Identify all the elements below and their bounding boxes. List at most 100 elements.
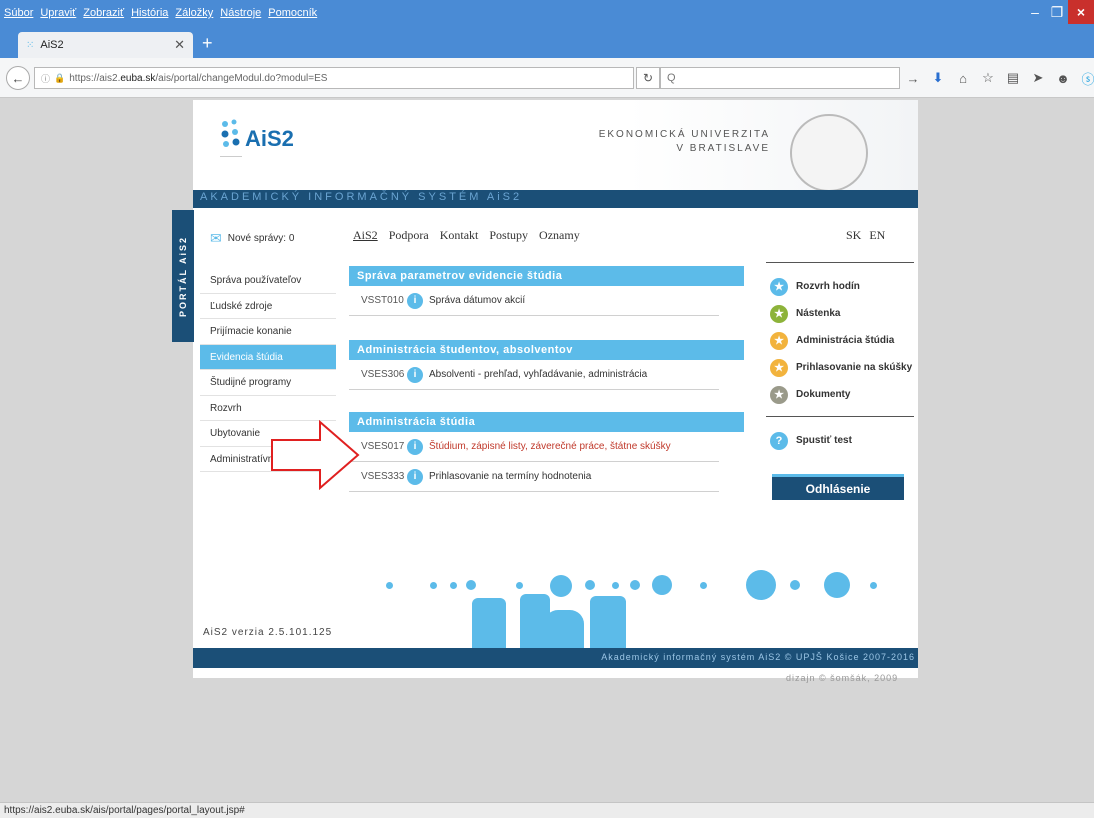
info-icon[interactable]: i [407, 438, 423, 455]
copyright-text: Akademický informačný systém AiS2 © UPJŠ… [601, 652, 915, 662]
bookmark-star-icon[interactable]: ☆ [981, 70, 995, 86]
menu-help[interactable]: Pomocník [268, 7, 317, 19]
design-credit: dizajn © šomšák, 2009 [786, 673, 899, 683]
info-icon[interactable]: i [407, 468, 423, 485]
menu-history[interactable]: História [131, 7, 168, 19]
university-name: EKONOMICKÁ UNIVERZITA V BRATISLAVE [598, 129, 770, 154]
sidebar-item-study-records[interactable]: Evidencia štúdia [200, 344, 336, 370]
sidebar-item-study-programs[interactable]: Študijné programy [200, 370, 336, 396]
lang-en[interactable]: EN [869, 228, 885, 243]
info-icon[interactable]: i [407, 292, 423, 309]
url-text: https://ais2.euba.sk/ais/portal/changeMo… [69, 72, 328, 84]
red-arrow-icon [271, 420, 360, 490]
app-code: VSES306 [361, 369, 405, 380]
menu-bar: Súbor Upraviť Zobraziť História Záložky … [0, 0, 317, 26]
list-item[interactable]: VSES333 i Prihlasovanie na termíny hodno… [349, 462, 719, 492]
section-students: Administrácia študentov, absolventov VSE… [349, 340, 744, 390]
menu-file[interactable]: Súbor [4, 7, 33, 19]
favicon-icon: ⁙ [26, 39, 35, 51]
star-icon: ★ [770, 304, 788, 323]
download-icon[interactable]: ⬇ [931, 70, 945, 86]
envelope-icon: ✉ [210, 230, 222, 246]
sidebar-item-hr[interactable]: Ľudské zdroje [200, 294, 336, 319]
toolbar-icons: → ⬇ ⌂ ☆ ▤ ➤ ☻ ⓢ ≡ [906, 66, 1094, 90]
info-icon[interactable]: i [407, 366, 423, 383]
messages-count: Nové správy: 0 [227, 233, 295, 244]
nav-oznamy[interactable]: Oznamy [539, 228, 580, 243]
sidebar-item-users[interactable]: Správa používateľov [200, 268, 336, 294]
menu-edit[interactable]: Upraviť [40, 7, 76, 19]
nav-ais2[interactable]: AiS2 [353, 228, 378, 243]
ais2-logo-icon [220, 119, 242, 157]
ais2-logo[interactable]: AiS2 [245, 126, 294, 152]
list-item[interactable]: VSES017 i Štúdium, zápisné listy, závere… [349, 432, 719, 462]
app-code: VSES017 [361, 441, 405, 452]
app-label[interactable]: Prihlasovanie na termíny hodnotenia [429, 471, 591, 482]
url-bar[interactable]: ⓘ 🔒 https://ais2.euba.sk/ais/portal/chan… [34, 67, 634, 89]
divider [766, 262, 914, 263]
window-controls: – ❐ × [1024, 0, 1094, 26]
menu-view[interactable]: Zobraziť [83, 7, 124, 19]
app-label[interactable]: Štúdium, zápisné listy, záverečné práce,… [429, 441, 671, 452]
app-label[interactable]: Správa dátumov akcií [429, 295, 525, 306]
section-title: Administrácia štúdia [349, 412, 744, 432]
star-icon: ★ [770, 277, 788, 296]
lang-sk[interactable]: SK [846, 228, 861, 243]
menu-bookmarks[interactable]: Záložky [175, 7, 213, 19]
language-switcher: SK EN [846, 228, 885, 243]
search-icon: Q [667, 72, 676, 84]
portal-side-tab[interactable]: PORTÁL AiS2 [172, 210, 194, 342]
reload-icon[interactable]: ↻ [636, 67, 660, 89]
lock-icon: 🔒 [54, 72, 66, 83]
minimize-icon[interactable]: – [1024, 0, 1046, 24]
send-icon[interactable]: ➤ [1031, 70, 1045, 86]
close-tab-icon[interactable]: ✕ [174, 37, 185, 53]
addon-icon[interactable]: ☻ [1056, 71, 1070, 86]
restore-icon[interactable]: ❐ [1046, 0, 1068, 24]
section-study-admin: Administrácia štúdia VSES017 i Štúdium, … [349, 412, 744, 492]
star-icon: ★ [770, 385, 788, 404]
app-code: VSST010 [361, 295, 404, 306]
star-icon: ★ [770, 358, 788, 377]
question-icon: ? [770, 431, 788, 450]
browser-tab[interactable]: ⁙ AiS2 ✕ [18, 32, 193, 58]
section-title: Správa parametrov evidencie štúdia [349, 266, 744, 286]
sidebar-item-admissions[interactable]: Prijímacie konanie [200, 319, 336, 345]
header-band-text: AKADEMICKÝ INFORMAČNÝ SYSTÉM AiS2 [200, 191, 523, 203]
home-icon[interactable]: ⌂ [956, 71, 970, 86]
app-code: VSES333 [361, 471, 405, 482]
quick-links: ★ Rozvrh hodín ★ Nástenka ★ Administrácia š… [766, 262, 914, 454]
tab-title: AiS2 [40, 39, 64, 51]
nav-postupy[interactable]: Postupy [489, 228, 528, 243]
app-label[interactable]: Absolventi - prehľad, vyhľadávanie, admi… [429, 369, 647, 380]
arrow-right-icon[interactable]: → [906, 71, 920, 86]
quick-link-noticeboard[interactable]: ★ Nástenka [766, 300, 914, 327]
nav-podpora[interactable]: Podpora [389, 228, 429, 243]
run-test-link[interactable]: ? Spustiť test [766, 427, 914, 454]
quick-link-schedule[interactable]: ★ Rozvrh hodín [766, 273, 914, 300]
search-input[interactable]: Q [660, 67, 900, 89]
university-seal-icon [790, 114, 868, 192]
new-tab-icon[interactable]: + [202, 33, 213, 54]
list-item[interactable]: VSES306 i Absolventi - prehľad, vyhľadáv… [349, 360, 719, 390]
version-label: AiS2 verzia 2.5.101.125 [203, 627, 333, 638]
sidebar-item-schedule[interactable]: Rozvrh [200, 396, 336, 421]
site-info-icon[interactable]: ⓘ [41, 72, 50, 85]
quick-link-study-admin[interactable]: ★ Administrácia štúdia [766, 327, 914, 354]
logout-button[interactable]: Odhlásenie [772, 474, 904, 500]
quick-link-documents[interactable]: ★ Dokumenty [766, 381, 914, 408]
bookmarks-menu-icon[interactable]: ▤ [1006, 70, 1020, 86]
list-item[interactable]: VSST010 i Správa dátumov akcií [349, 286, 719, 316]
skype-icon[interactable]: ⓢ [1081, 69, 1094, 88]
quick-link-exam-registration[interactable]: ★ Prihlasovanie na skúšky [766, 354, 914, 381]
messages[interactable]: ✉ Nové správy: 0 [210, 230, 294, 247]
close-window-button[interactable]: × [1068, 0, 1094, 24]
back-button[interactable]: ← [6, 66, 30, 90]
divider [766, 416, 914, 417]
section-study-params: Správa parametrov evidencie štúdia VSST0… [349, 266, 744, 316]
top-navigation: AiS2 Podpora Kontakt Postupy Oznamy [353, 228, 580, 243]
section-title: Administrácia študentov, absolventov [349, 340, 744, 360]
star-icon: ★ [770, 331, 788, 350]
nav-kontakt[interactable]: Kontakt [440, 228, 479, 243]
menu-tools[interactable]: Nástroje [220, 7, 261, 19]
